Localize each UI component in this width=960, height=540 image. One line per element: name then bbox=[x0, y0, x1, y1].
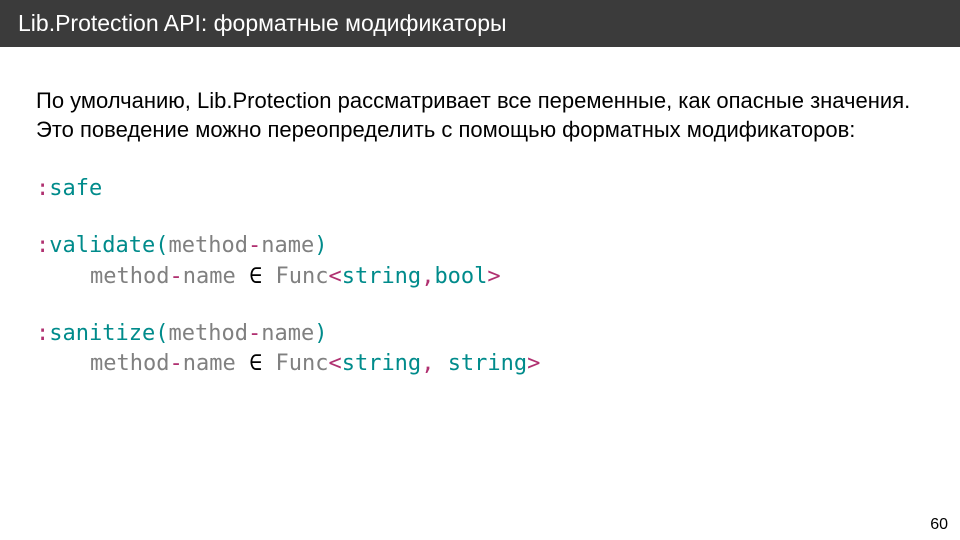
func-word: Func bbox=[275, 264, 328, 289]
kw-safe: safe bbox=[49, 176, 102, 201]
tok-method: method bbox=[168, 321, 247, 346]
kw-sanitize: sanitize bbox=[49, 321, 155, 346]
lt: < bbox=[328, 264, 341, 289]
element-of: ∈ bbox=[236, 264, 276, 289]
modifier-safe: :safe bbox=[36, 174, 924, 205]
colon: : bbox=[36, 321, 49, 346]
lt: < bbox=[328, 351, 341, 376]
dash: - bbox=[248, 321, 261, 346]
tok-name: name bbox=[261, 321, 314, 346]
tok-method2: method bbox=[90, 264, 169, 289]
modifier-validate: :validate(method-name) method-name ∈ Fun… bbox=[36, 231, 924, 293]
comma: , bbox=[421, 264, 434, 289]
kw-validate: validate bbox=[49, 233, 155, 258]
tok-method2: method bbox=[90, 351, 169, 376]
tok-method: method bbox=[168, 233, 247, 258]
slide-header: Lib.Protection API: форматные модификато… bbox=[0, 0, 960, 47]
header-title: Lib.Protection API: форматные модификато… bbox=[18, 10, 507, 36]
type-bool: bool bbox=[434, 264, 487, 289]
rparen: ) bbox=[314, 233, 327, 258]
tok-name2: name bbox=[183, 351, 236, 376]
colon: : bbox=[36, 176, 49, 201]
func-word: Func bbox=[275, 351, 328, 376]
type-string1: string bbox=[342, 351, 421, 376]
code-section: :safe :validate(method-name) method-name… bbox=[36, 174, 924, 380]
validate-line1: :validate(method-name) bbox=[36, 231, 924, 262]
intro-text: По умолчанию, Lib.Protection рассматрива… bbox=[36, 87, 924, 144]
lparen: ( bbox=[155, 321, 168, 346]
colon: : bbox=[36, 233, 49, 258]
slide-content: По умолчанию, Lib.Protection рассматрива… bbox=[0, 47, 960, 380]
comma: , bbox=[421, 351, 448, 376]
dash: - bbox=[248, 233, 261, 258]
page-number: 60 bbox=[930, 516, 948, 534]
lparen: ( bbox=[155, 233, 168, 258]
sanitize-line1: :sanitize(method-name) bbox=[36, 319, 924, 350]
tok-name: name bbox=[261, 233, 314, 258]
sanitize-line2: method-name ∈ Func<string, string> bbox=[90, 349, 924, 380]
dash2: - bbox=[169, 351, 182, 376]
validate-line2: method-name ∈ Func<string,bool> bbox=[90, 262, 924, 293]
type-string2: string bbox=[448, 351, 527, 376]
type-string: string bbox=[342, 264, 421, 289]
gt: > bbox=[487, 264, 500, 289]
gt: > bbox=[527, 351, 540, 376]
dash2: - bbox=[169, 264, 182, 289]
tok-name2: name bbox=[183, 264, 236, 289]
element-of: ∈ bbox=[236, 351, 276, 376]
rparen: ) bbox=[314, 321, 327, 346]
modifier-sanitize: :sanitize(method-name) method-name ∈ Fun… bbox=[36, 319, 924, 381]
